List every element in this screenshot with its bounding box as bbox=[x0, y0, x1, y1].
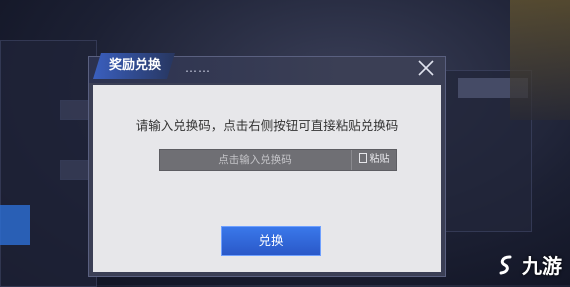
redeem-dialog: 奖励兑换 …… 请输入兑换码，点击右侧按钮可直接粘贴兑换码 粘贴 兑换 bbox=[88, 56, 446, 277]
dialog-title-suffix: …… bbox=[185, 61, 211, 75]
watermark-text: 九游 bbox=[522, 254, 562, 278]
dialog-header: 奖励兑换 …… bbox=[89, 57, 445, 83]
close-button[interactable] bbox=[415, 57, 437, 79]
paste-button[interactable]: 粘贴 bbox=[351, 150, 396, 170]
close-icon bbox=[418, 60, 434, 76]
redeem-prompt: 请输入兑换码，点击右侧按钮可直接粘贴兑换码 bbox=[135, 118, 399, 133]
code-field: 粘贴 bbox=[159, 149, 397, 171]
background-highlight bbox=[0, 205, 30, 245]
code-input[interactable] bbox=[160, 150, 350, 170]
paste-icon bbox=[358, 153, 367, 163]
watermark-logo-icon bbox=[499, 255, 512, 274]
dialog-title: 奖励兑换 bbox=[93, 53, 175, 79]
background-art bbox=[510, 0, 570, 120]
redeem-button[interactable]: 兑换 bbox=[221, 226, 321, 256]
paste-label: 粘贴 bbox=[369, 154, 390, 165]
watermark: 九游 bbox=[496, 250, 562, 279]
dialog-content: 请输入兑换码，点击右侧按钮可直接粘贴兑换码 粘贴 兑换 bbox=[93, 85, 441, 272]
